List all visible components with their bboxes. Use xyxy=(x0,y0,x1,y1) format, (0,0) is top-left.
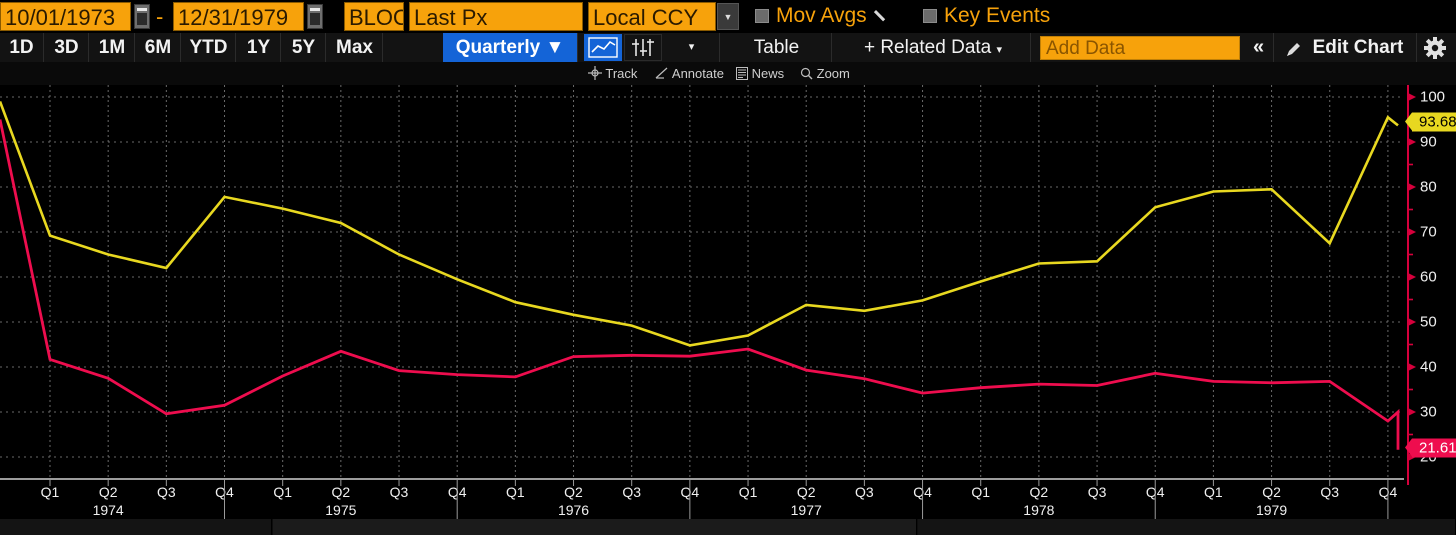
frequency-label: Quarterly xyxy=(456,37,540,58)
annotate-label: Annotate xyxy=(672,66,724,81)
magnifier-icon xyxy=(800,67,813,80)
news-icon xyxy=(736,67,748,80)
collapse-toolbar-button[interactable]: « xyxy=(1244,33,1274,62)
add-data-input[interactable]: Add Data xyxy=(1040,36,1240,60)
period-button-6m[interactable]: 6M xyxy=(136,33,181,62)
field-toolbar: 10/01/1973 - 12/31/1979 BLOOM Last Px Lo… xyxy=(0,0,1456,33)
pen-icon[interactable] xyxy=(874,8,891,25)
line-chart-icon[interactable] xyxy=(584,34,622,61)
period-button-1y[interactable]: 1Y xyxy=(237,33,281,62)
edit-chart-button[interactable]: Edit Chart xyxy=(1278,33,1417,62)
key-events-checkbox[interactable] xyxy=(923,9,937,23)
news-tool[interactable]: News xyxy=(736,62,784,85)
period-button-1d[interactable]: 1D xyxy=(0,33,44,62)
line-chart-glyph xyxy=(585,35,621,60)
news-label: News xyxy=(752,66,785,81)
chevron-down-icon: ▼ xyxy=(545,37,564,58)
source-field[interactable]: BLOOM xyxy=(344,2,404,31)
horizontal-gridlines xyxy=(0,97,1404,457)
chart-svg xyxy=(0,85,1404,480)
edit-chart-label: Edit Chart xyxy=(1313,37,1404,58)
chart-plot-area[interactable] xyxy=(0,85,1404,480)
track-label: Track xyxy=(605,66,637,81)
chevron-down-icon[interactable]: ▼ xyxy=(717,3,739,30)
period-toolbar: 1D 3D 1M 6M YTD 1Y 5Y Max Quarterly ▼ xyxy=(0,33,1456,62)
chevron-down-icon: ▾ xyxy=(997,44,1003,56)
annotate-line-icon xyxy=(655,66,669,80)
zoom-label: Zoom xyxy=(817,66,850,81)
pencil-glyph xyxy=(1284,41,1302,59)
key-events-label: Key Events xyxy=(944,4,1050,28)
y-tick-label: 50 xyxy=(1420,314,1437,331)
chart-settings-glyph xyxy=(625,35,661,60)
series-line-red xyxy=(0,120,1398,450)
series-line-yellow xyxy=(0,102,1398,346)
red-price-tag: 21.61 xyxy=(1412,439,1456,458)
chart-settings-icon[interactable] xyxy=(624,34,662,61)
frequency-dropdown[interactable]: Quarterly ▼ xyxy=(443,33,578,62)
period-button-ytd[interactable]: YTD xyxy=(182,33,236,62)
period-button-max[interactable]: Max xyxy=(327,33,383,62)
y-tick-label: 30 xyxy=(1420,404,1437,421)
scroll-segment[interactable] xyxy=(273,519,917,535)
plus-icon: + xyxy=(864,37,875,58)
gear-glyph xyxy=(1423,36,1447,60)
yellow-price-tag: 93.68 xyxy=(1412,113,1456,132)
chart-more-dropdown[interactable]: ▾ xyxy=(664,33,720,62)
mov-avgs-checkbox[interactable] xyxy=(755,9,769,23)
mov-avgs-toggle[interactable]: Mov Avgs xyxy=(755,4,891,28)
zoom-tool[interactable]: Zoom xyxy=(800,62,850,85)
period-button-3d[interactable]: 3D xyxy=(45,33,89,62)
track-tool[interactable]: Track xyxy=(588,62,637,85)
y-tick-label: 80 xyxy=(1420,179,1437,196)
vertical-gridlines xyxy=(50,85,1388,477)
start-date-calendar-icon[interactable] xyxy=(134,4,150,29)
date-range-separator: - xyxy=(156,2,163,31)
y-tick-label: 90 xyxy=(1420,134,1437,151)
y-axis: 2030405060708090100 93.68 21.61 xyxy=(1404,85,1456,485)
related-data-button[interactable]: + Related Data ▾ xyxy=(836,33,1031,62)
crosshair-icon xyxy=(588,66,602,80)
price-type-field[interactable]: Last Px xyxy=(409,2,583,31)
gear-icon[interactable] xyxy=(1423,36,1447,60)
scroll-segment[interactable] xyxy=(0,519,272,535)
y-tick-label: 40 xyxy=(1420,359,1437,376)
annotate-tool[interactable]: Annotate xyxy=(655,62,724,85)
currency-field[interactable]: Local CCY xyxy=(588,2,716,31)
end-date-calendar-icon[interactable] xyxy=(307,4,323,29)
y-tick-label: 60 xyxy=(1420,269,1437,286)
period-button-5y[interactable]: 5Y xyxy=(282,33,326,62)
related-data-label: Related Data xyxy=(880,37,991,58)
y-tick-label: 100 xyxy=(1420,89,1445,106)
period-button-1m[interactable]: 1M xyxy=(90,33,135,62)
table-button[interactable]: Table xyxy=(722,33,832,62)
end-date-field[interactable]: 12/31/1979 xyxy=(173,2,304,31)
y-tick-label: 70 xyxy=(1420,224,1437,241)
chart-tool-bar: Track Annotate News Zoom xyxy=(0,62,1456,85)
mov-avgs-label: Mov Avgs xyxy=(776,4,867,28)
bloomberg-chart-window: 10/01/1973 - 12/31/1979 BLOOM Last Px Lo… xyxy=(0,0,1456,535)
start-date-field[interactable]: 10/01/1973 xyxy=(0,2,131,31)
key-events-toggle[interactable]: Key Events xyxy=(923,4,1050,28)
scroll-segment[interactable] xyxy=(918,519,1456,535)
bottom-scroll-bar[interactable] xyxy=(0,519,1456,535)
